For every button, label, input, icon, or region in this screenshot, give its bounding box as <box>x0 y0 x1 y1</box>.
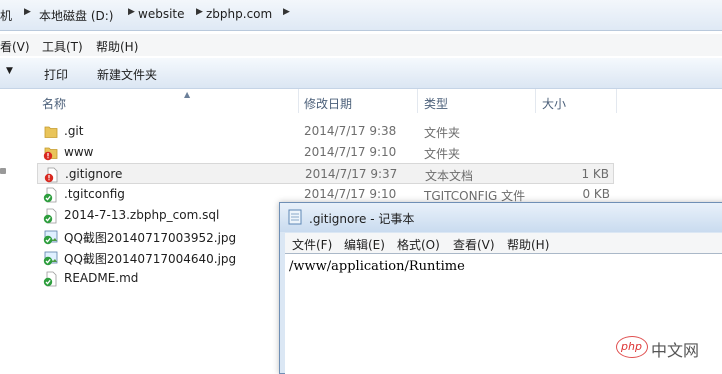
column-header-bar: ▲ 名称 修改日期 类型 大小 <box>22 89 722 113</box>
breadcrumb-separator-icon[interactable]: ▶ <box>128 7 135 17</box>
notepad-menu-view[interactable]: 查看(V) <box>453 236 495 253</box>
file-modified-icon <box>44 167 58 183</box>
column-header-size[interactable]: 大小 <box>542 95 566 112</box>
breadcrumb-zbphp[interactable]: zbphp.com <box>206 7 272 21</box>
notepad-title-bar[interactable]: .gitignore - 记事本 <box>280 203 722 232</box>
breadcrumb-separator-icon[interactable]: ▶ <box>283 7 290 17</box>
php-logo-icon: php <box>616 336 648 358</box>
notepad-content: /www/application/Runtime <box>289 259 465 274</box>
file-ok-icon <box>43 208 57 224</box>
file-name: .tgitconfig <box>64 187 125 201</box>
notepad-menu-bar: 文件(F) 编辑(E) 格式(O) 查看(V) 帮助(H) <box>285 233 722 253</box>
notepad-menu-edit[interactable]: 编辑(E) <box>344 236 385 253</box>
notepad-icon <box>288 209 302 225</box>
file-name: 2014-7-13.zbphp_com.sql <box>64 208 220 222</box>
breadcrumb-computer[interactable]: 机 <box>0 7 12 24</box>
folder-icon <box>44 126 58 138</box>
notepad-title: .gitignore - 记事本 <box>309 212 415 226</box>
file-name: QQ截图20140717003952.jpg <box>64 231 237 245</box>
breadcrumb-drive-d[interactable]: 本地磁盘 (D:) <box>39 7 113 24</box>
column-divider[interactable] <box>616 89 617 113</box>
breadcrumb-separator-icon[interactable]: ▶ <box>24 7 31 17</box>
file-name: www <box>64 145 94 159</box>
file-row-selected[interactable]: .gitignore 2014/7/17 9:37 文本文档 1 KB <box>37 163 614 184</box>
address-bar[interactable]: 机 ▶ 本地磁盘 (D:) ▶ website ▶ zbphp.com ▶ <box>0 0 722 31</box>
menu-help[interactable]: 帮助(H) <box>96 38 138 55</box>
file-name: QQ截图20140717004640.jpg <box>64 252 237 266</box>
file-name: .git <box>64 124 84 138</box>
file-row[interactable]: www 2014/7/17 9:10 文件夹 <box>37 142 614 163</box>
file-row[interactable]: .git 2014/7/17 9:38 文件夹 <box>37 121 614 142</box>
watermark-logo: php 中文网 <box>616 333 716 361</box>
notepad-menu-help[interactable]: 帮助(H) <box>507 236 549 253</box>
column-header-name[interactable]: 名称 <box>42 95 66 112</box>
folder-modified-icon <box>43 147 58 161</box>
file-name: README.md <box>64 271 139 285</box>
file-date: 2014/7/17 9:10 <box>304 187 397 201</box>
file-ok-icon <box>43 271 57 287</box>
breadcrumb-website[interactable]: website <box>138 7 185 21</box>
menu-bar: 看(V) 工具(T) 帮助(H) <box>0 34 722 56</box>
column-header-type[interactable]: 类型 <box>424 95 448 112</box>
column-header-date[interactable]: 修改日期 <box>304 95 352 112</box>
sort-ascending-icon: ▲ <box>184 90 191 99</box>
navigation-pane[interactable] <box>0 89 22 367</box>
new-folder-button[interactable]: 新建文件夹 <box>97 66 157 83</box>
file-type: 文件夹 <box>424 126 461 140</box>
file-size: 0 KB <box>582 187 610 201</box>
file-size: 1 KB <box>581 167 609 181</box>
column-divider[interactable] <box>417 89 418 113</box>
php-logo-text: php <box>621 340 642 353</box>
dropdown-arrow-icon[interactable]: ▼ <box>6 66 13 76</box>
command-bar: ▼ 打印 新建文件夹 <box>0 58 722 89</box>
file-date: 2014/7/17 9:10 <box>304 145 397 159</box>
file-type: 文件夹 <box>424 147 461 161</box>
menu-view[interactable]: 看(V) <box>0 38 30 55</box>
file-date: 2014/7/17 9:37 <box>305 167 398 181</box>
file-ok-icon <box>43 187 57 203</box>
notepad-menu-file[interactable]: 文件(F) <box>292 236 332 253</box>
file-date: 2014/7/17 9:38 <box>304 124 397 138</box>
column-divider[interactable] <box>535 89 536 113</box>
breadcrumb-separator-icon[interactable]: ▶ <box>196 7 203 17</box>
print-button[interactable]: 打印 <box>44 66 68 83</box>
notepad-menu-format[interactable]: 格式(O) <box>397 236 440 253</box>
image-ok-icon <box>43 251 58 266</box>
column-divider[interactable] <box>298 89 299 113</box>
menu-tools[interactable]: 工具(T) <box>42 38 83 55</box>
nav-expand-icon[interactable] <box>0 168 6 174</box>
file-type: 文本文档 <box>425 169 474 183</box>
file-name: .gitignore <box>65 167 123 181</box>
watermark-site-name: 中文网 <box>651 341 700 360</box>
image-ok-icon <box>43 230 58 245</box>
